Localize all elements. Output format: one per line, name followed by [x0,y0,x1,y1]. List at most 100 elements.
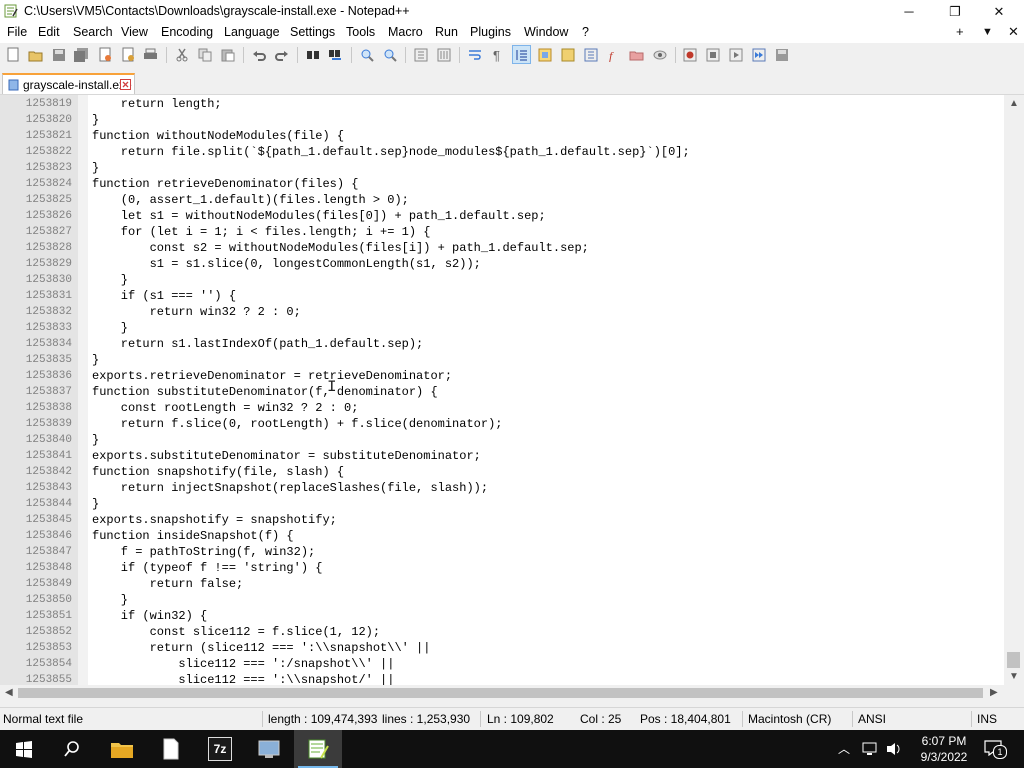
line-text[interactable]: } [92,432,99,448]
menu-search[interactable]: Search [73,25,113,39]
line-text[interactable]: function insideSnapshot(f) { [92,528,294,544]
zoom-out-icon[interactable] [381,46,398,63]
code-line[interactable]: 1253832 return win32 ? 2 : 0; [0,304,1004,320]
start-button[interactable] [0,730,48,768]
redo-icon[interactable] [273,46,290,63]
line-text[interactable]: if (win32) { [92,608,207,624]
notepadpp-taskbar-button[interactable] [294,730,342,768]
line-text[interactable]: if (s1 === '') { [92,288,236,304]
code-line[interactable]: 1253825 (0, assert_1.default)(files.leng… [0,192,1004,208]
menu-plugins[interactable]: Plugins [470,25,511,39]
menu-encoding[interactable]: Encoding [161,25,213,39]
line-text[interactable]: exports.snapshotify = snapshotify; [92,512,337,528]
line-text[interactable]: return win32 ? 2 : 0; [92,304,301,320]
line-text[interactable]: exports.substituteDenominator = substitu… [92,448,481,464]
code-line[interactable]: 1253830 } [0,272,1004,288]
show-all-characters-icon[interactable]: ¶ [489,46,506,63]
function-list-icon[interactable]: f [605,46,622,63]
indent-guide-icon[interactable] [512,45,531,64]
macro-stop-icon[interactable] [704,46,721,63]
find-icon[interactable] [304,46,321,63]
network-icon[interactable] [861,741,879,757]
line-text[interactable]: const slice112 = f.slice(1, 12); [92,624,380,640]
vertical-scrollbar[interactable]: ▲ ▼ [1004,95,1024,685]
macro-run-multiple-icon[interactable] [750,46,767,63]
line-text[interactable]: return s1.lastIndexOf(path_1.default.sep… [92,336,423,352]
code-line[interactable]: 1253841 exports.substituteDenominator = s… [0,448,1004,464]
close-button[interactable]: ✕ [976,0,1022,23]
line-text[interactable]: s1 = s1.slice(0, longestCommonLength(s1,… [92,256,481,272]
menu-language[interactable]: Language [224,25,280,39]
line-text[interactable]: function substituteDenominator(f, denomi… [92,384,438,400]
file-explorer-taskbar-button[interactable] [98,730,146,768]
close-file-icon[interactable] [96,46,113,63]
line-text[interactable]: const rootLength = win32 ? 2 : 0; [92,400,359,416]
line-text[interactable]: const s2 = withoutNodeModules(files[i]) … [92,240,589,256]
code-line[interactable]: 1253838 const rootLength = win32 ? 2 : 0… [0,400,1004,416]
code-line[interactable]: 1253842 function snapshotify(file, slash)… [0,464,1004,480]
status-encoding[interactable]: ANSI [858,712,886,726]
tab-list-icon[interactable]: ▼ [982,26,993,38]
code-line[interactable]: 1253837 function substituteDenominator(f,… [0,384,1004,400]
word-wrap-icon[interactable] [466,46,483,63]
paste-icon[interactable] [219,46,236,63]
code-line[interactable]: 1253852 const slice112 = f.slice(1, 12); [0,624,1004,640]
code-line[interactable]: 1253851 if (win32) { [0,608,1004,624]
code-line[interactable]: 1253853 return (slice112 === ':\\snapsho… [0,640,1004,656]
line-text[interactable]: slice112 === ':\\snapshot/' || [92,672,394,685]
copy-icon[interactable] [196,46,213,63]
menu-tools[interactable]: Tools [346,25,375,39]
menu-file[interactable]: File [7,25,27,39]
code-line[interactable]: 1253829 s1 = s1.slice(0, longestCommonLe… [0,256,1004,272]
menu-edit[interactable]: Edit [38,25,60,39]
line-text[interactable]: let s1 = withoutNodeModules(files[0]) + … [92,208,546,224]
macro-save-icon[interactable] [773,46,790,63]
line-text[interactable]: return length; [92,96,222,112]
line-text[interactable]: function retrieveDenominator(files) { [92,176,358,192]
new-tab-icon[interactable]: + [956,24,964,39]
code-line[interactable]: 1253848 if (typeof f !== 'string') { [0,560,1004,576]
notepad-taskbar-button[interactable] [147,730,195,768]
line-text[interactable]: f = pathToString(f, win32); [92,544,315,560]
code-line[interactable]: 1253827 for (let i = 1; i < files.length… [0,224,1004,240]
replace-icon[interactable] [327,46,344,63]
menu-macro[interactable]: Macro [388,25,423,39]
taskbar-clock-date[interactable]: 9/3/2022 [916,750,972,764]
menu-run[interactable]: Run [435,25,458,39]
monitoring-icon[interactable] [651,46,668,63]
document-map-icon[interactable] [559,46,576,63]
horizontal-scroll-thumb[interactable] [18,688,983,698]
zoom-in-icon[interactable] [358,46,375,63]
status-eol[interactable]: Macintosh (CR) [748,712,831,726]
code-line[interactable]: 1253846 function insideSnapshot(f) { [0,528,1004,544]
code-line[interactable]: 1253855 slice112 === ':\\snapshot/' || [0,672,1004,685]
close-tab-icon[interactable]: ✕ [1008,24,1019,40]
sync-horizontal-icon[interactable] [435,46,452,63]
line-text[interactable]: (0, assert_1.default)(files.length > 0); [92,192,409,208]
code-line[interactable]: 1253834 return s1.lastIndexOf(path_1.def… [0,336,1004,352]
folder-as-workspace-icon[interactable] [628,46,645,63]
cut-icon[interactable] [173,46,190,63]
save-icon[interactable] [50,46,67,63]
code-line[interactable]: 1253844} [0,496,1004,512]
vertical-scroll-thumb[interactable] [1007,652,1020,668]
line-text[interactable]: return file.split(`${path_1.default.sep}… [92,144,690,160]
line-text[interactable]: function snapshotify(file, slash) { [92,464,344,480]
undo-icon[interactable] [250,46,267,63]
line-text[interactable]: return false; [92,576,244,592]
scroll-down-icon[interactable]: ▼ [1009,671,1019,682]
menu-help[interactable]: ? [582,25,589,39]
show-hidden-icons[interactable]: ︿ [838,740,850,757]
maximize-button[interactable]: ❐ [932,0,978,23]
code-line[interactable]: 1253850 } [0,592,1004,608]
line-text[interactable]: return injectSnapshot(replaceSlashes(fil… [92,480,488,496]
line-text[interactable]: slice112 === ':/snapshot\\' || [92,656,394,672]
scroll-left-icon[interactable]: ◀ [5,687,13,698]
code-line[interactable]: 1253821 function withoutNodeModules(file)… [0,128,1004,144]
volume-icon[interactable] [885,741,903,757]
minimize-button[interactable]: ─ [886,0,932,23]
document-list-icon[interactable] [582,46,599,63]
menu-settings[interactable]: Settings [290,25,335,39]
line-text[interactable]: return f.slice(0, rootLength) + f.slice(… [92,416,503,432]
editor-area[interactable]: 1253819 return length; 1253820} 1253821 fun… [0,95,1024,685]
